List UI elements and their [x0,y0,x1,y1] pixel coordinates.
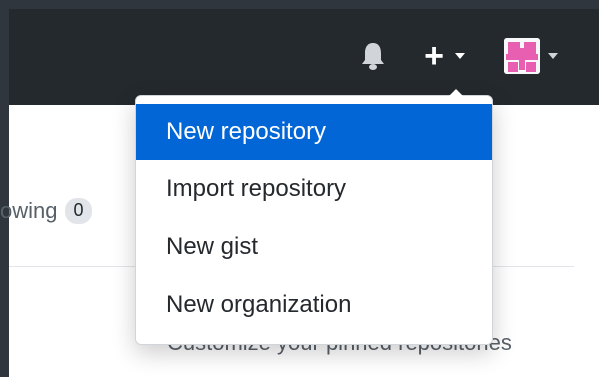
menu-item-new-repository[interactable]: New repository [136,104,492,160]
bell-icon [362,43,384,70]
create-new-button[interactable]: + [420,36,482,76]
following-label: owing [0,198,58,223]
chevron-down-icon [455,53,465,59]
plus-icon: + [424,37,444,75]
following-count-badge: 0 [65,198,92,224]
menu-item-new-gist[interactable]: New gist [136,218,492,276]
chevron-down-icon [548,53,558,59]
user-menu-button[interactable] [504,36,576,76]
menu-item-new-organization[interactable]: New organization [136,276,492,334]
screenshot-frame: + owing 0 Customize your pinned reposito… [0,0,599,377]
avatar-icon [504,38,540,74]
notifications-button[interactable] [357,36,389,76]
menu-item-import-repository[interactable]: Import repository [136,160,492,218]
following-link[interactable]: owing 0 [0,196,92,226]
avatar [504,38,540,74]
create-new-dropdown: New repository Import repository New gis… [135,89,493,345]
